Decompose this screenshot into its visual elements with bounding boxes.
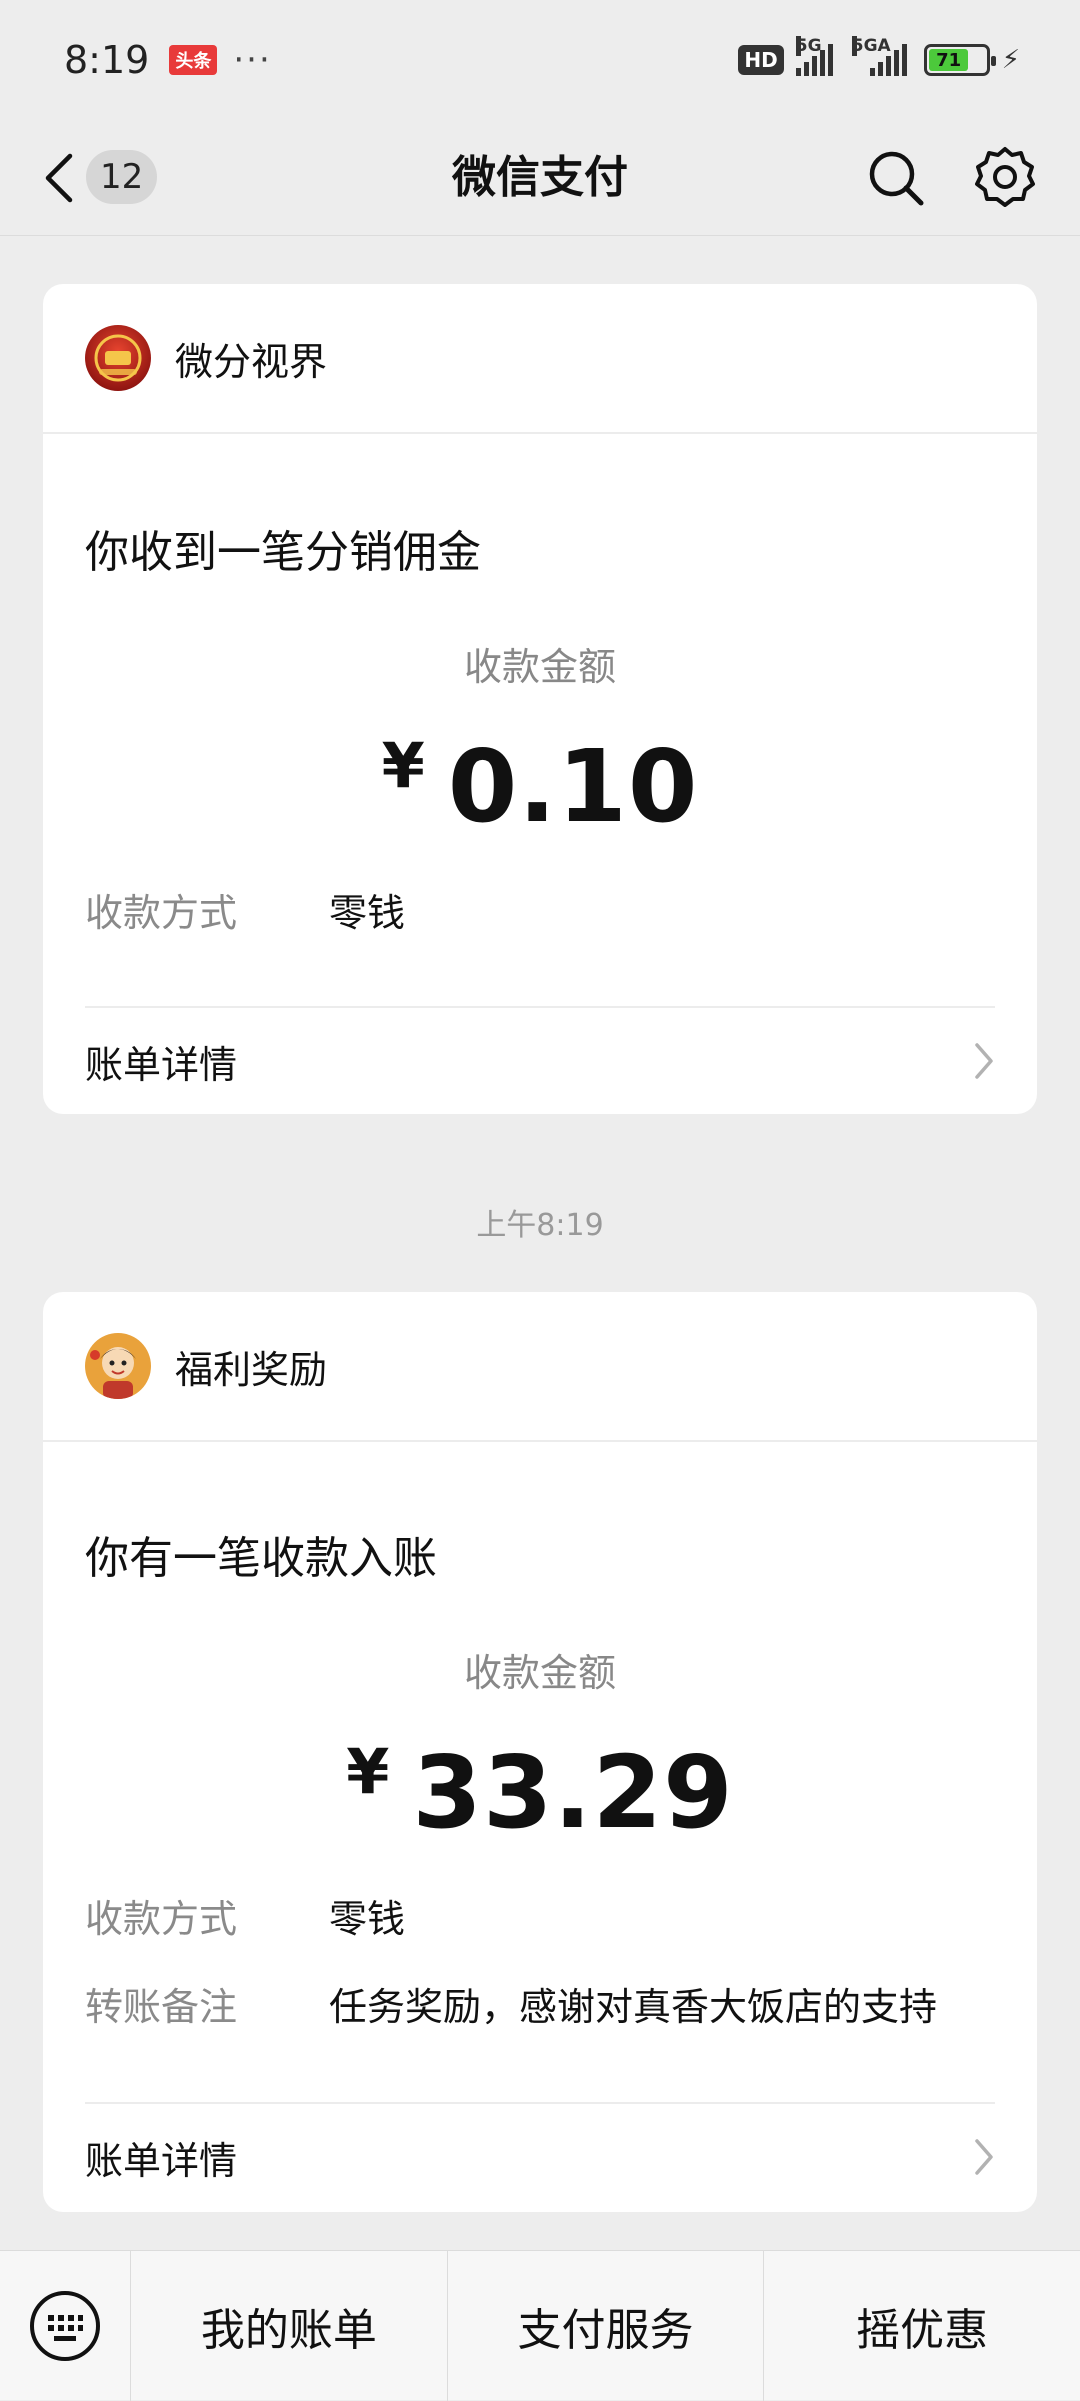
amount-value: ¥0.10 (43, 728, 1037, 845)
unread-count-badge[interactable]: 12 (86, 150, 158, 204)
payment-method-row: 收款方式 零钱 (85, 882, 405, 937)
currency-symbol: ¥ (381, 729, 426, 802)
hd-voice-icon: HD (738, 45, 784, 75)
info-value: 零钱 (329, 891, 406, 935)
status-bar: 8:19 头条 ··· HD 5G 5GA 71 ⚡ (0, 0, 1080, 120)
card-body: 你有一笔收款入账 收款金额 ¥33.29 收款方式 零钱 转账备注 任务奖励，感… (43, 1442, 1037, 2102)
back-chevron-icon[interactable] (40, 150, 80, 206)
info-value: 任务奖励，感谢对真香大饭店的支持 (329, 1985, 938, 2029)
amount-label: 收款金额 (463, 1651, 616, 1695)
card-header[interactable]: 福利奖励 (43, 1292, 1037, 1442)
amount-number: 0.10 (447, 728, 699, 845)
bill-detail-label: 账单详情 (85, 1042, 238, 1087)
currency-symbol: ¥ (346, 1735, 391, 1808)
bottom-menu-bar: 我的账单 支付服务 摇优惠 (0, 2250, 1080, 2401)
more-notifications-icon: ··· (233, 40, 272, 80)
signal-5ga-icon: 5GA (851, 36, 912, 76)
card-header[interactable]: 微分视界 (43, 284, 1037, 434)
amount-label: 收款金额 (463, 645, 616, 689)
menu-shake-discounts[interactable]: 摇优惠 (763, 2250, 1080, 2401)
payment-message-card: 福利奖励 你有一笔收款入账 收款金额 ¥33.29 收款方式 零钱 转账备注 任… (43, 1292, 1037, 2212)
merchant-avatar (85, 1333, 151, 1399)
info-value: 零钱 (329, 1897, 406, 1941)
bill-detail-link[interactable]: 账单详情 (85, 1006, 995, 1114)
transfer-note-row: 转账备注 任务奖励，感谢对真香大饭店的支持 (85, 1976, 937, 2031)
status-time: 8:19 (64, 38, 150, 82)
gear-icon[interactable] (974, 146, 1036, 208)
chevron-right-icon (975, 2139, 993, 2175)
message-title: 你有一笔收款入账 (85, 1533, 437, 1584)
keyboard-icon (30, 2290, 100, 2361)
signal-5g-label: 5G (795, 36, 822, 56)
search-icon[interactable] (866, 148, 926, 208)
merchant-name: 微分视界 (175, 339, 328, 384)
toutiao-app-icon: 头条 (169, 45, 218, 75)
payment-message-card: 微分视界 你收到一笔分销佣金 收款金额 ¥0.10 收款方式 零钱 账单详情 (43, 284, 1037, 1114)
payment-method-row: 收款方式 零钱 (85, 1888, 405, 1943)
merchant-avatar (85, 325, 151, 391)
keyboard-toggle-button[interactable] (0, 2251, 130, 2401)
battery-level: 71 (928, 49, 969, 71)
bill-detail-link[interactable]: 账单详情 (85, 2102, 995, 2210)
bill-detail-label: 账单详情 (85, 2138, 238, 2183)
menu-payment-services[interactable]: 支付服务 (446, 2250, 764, 2401)
time-separator: 上午8:19 (476, 1208, 604, 1243)
nav-bar: 12 微信支付 (0, 120, 1080, 236)
info-label: 收款方式 (85, 1897, 238, 1941)
amount-number: 33.29 (412, 1734, 734, 1851)
signal-5g-icon: 5G (795, 36, 840, 76)
signal-5ga-label: 5GA (851, 36, 891, 56)
amount-value: ¥33.29 (43, 1734, 1037, 1851)
charging-icon: ⚡ (1001, 45, 1020, 75)
status-indicators: HD 5G 5GA 71 ⚡ (738, 36, 1020, 76)
merchant-name: 福利奖励 (175, 1347, 328, 1392)
menu-my-bills[interactable]: 我的账单 (130, 2250, 447, 2401)
battery-icon: 71 (923, 44, 996, 76)
message-title: 你收到一笔分销佣金 (85, 527, 481, 578)
info-label: 收款方式 (85, 891, 238, 935)
chevron-right-icon (975, 1043, 993, 1079)
info-label: 转账备注 (85, 1985, 238, 2029)
